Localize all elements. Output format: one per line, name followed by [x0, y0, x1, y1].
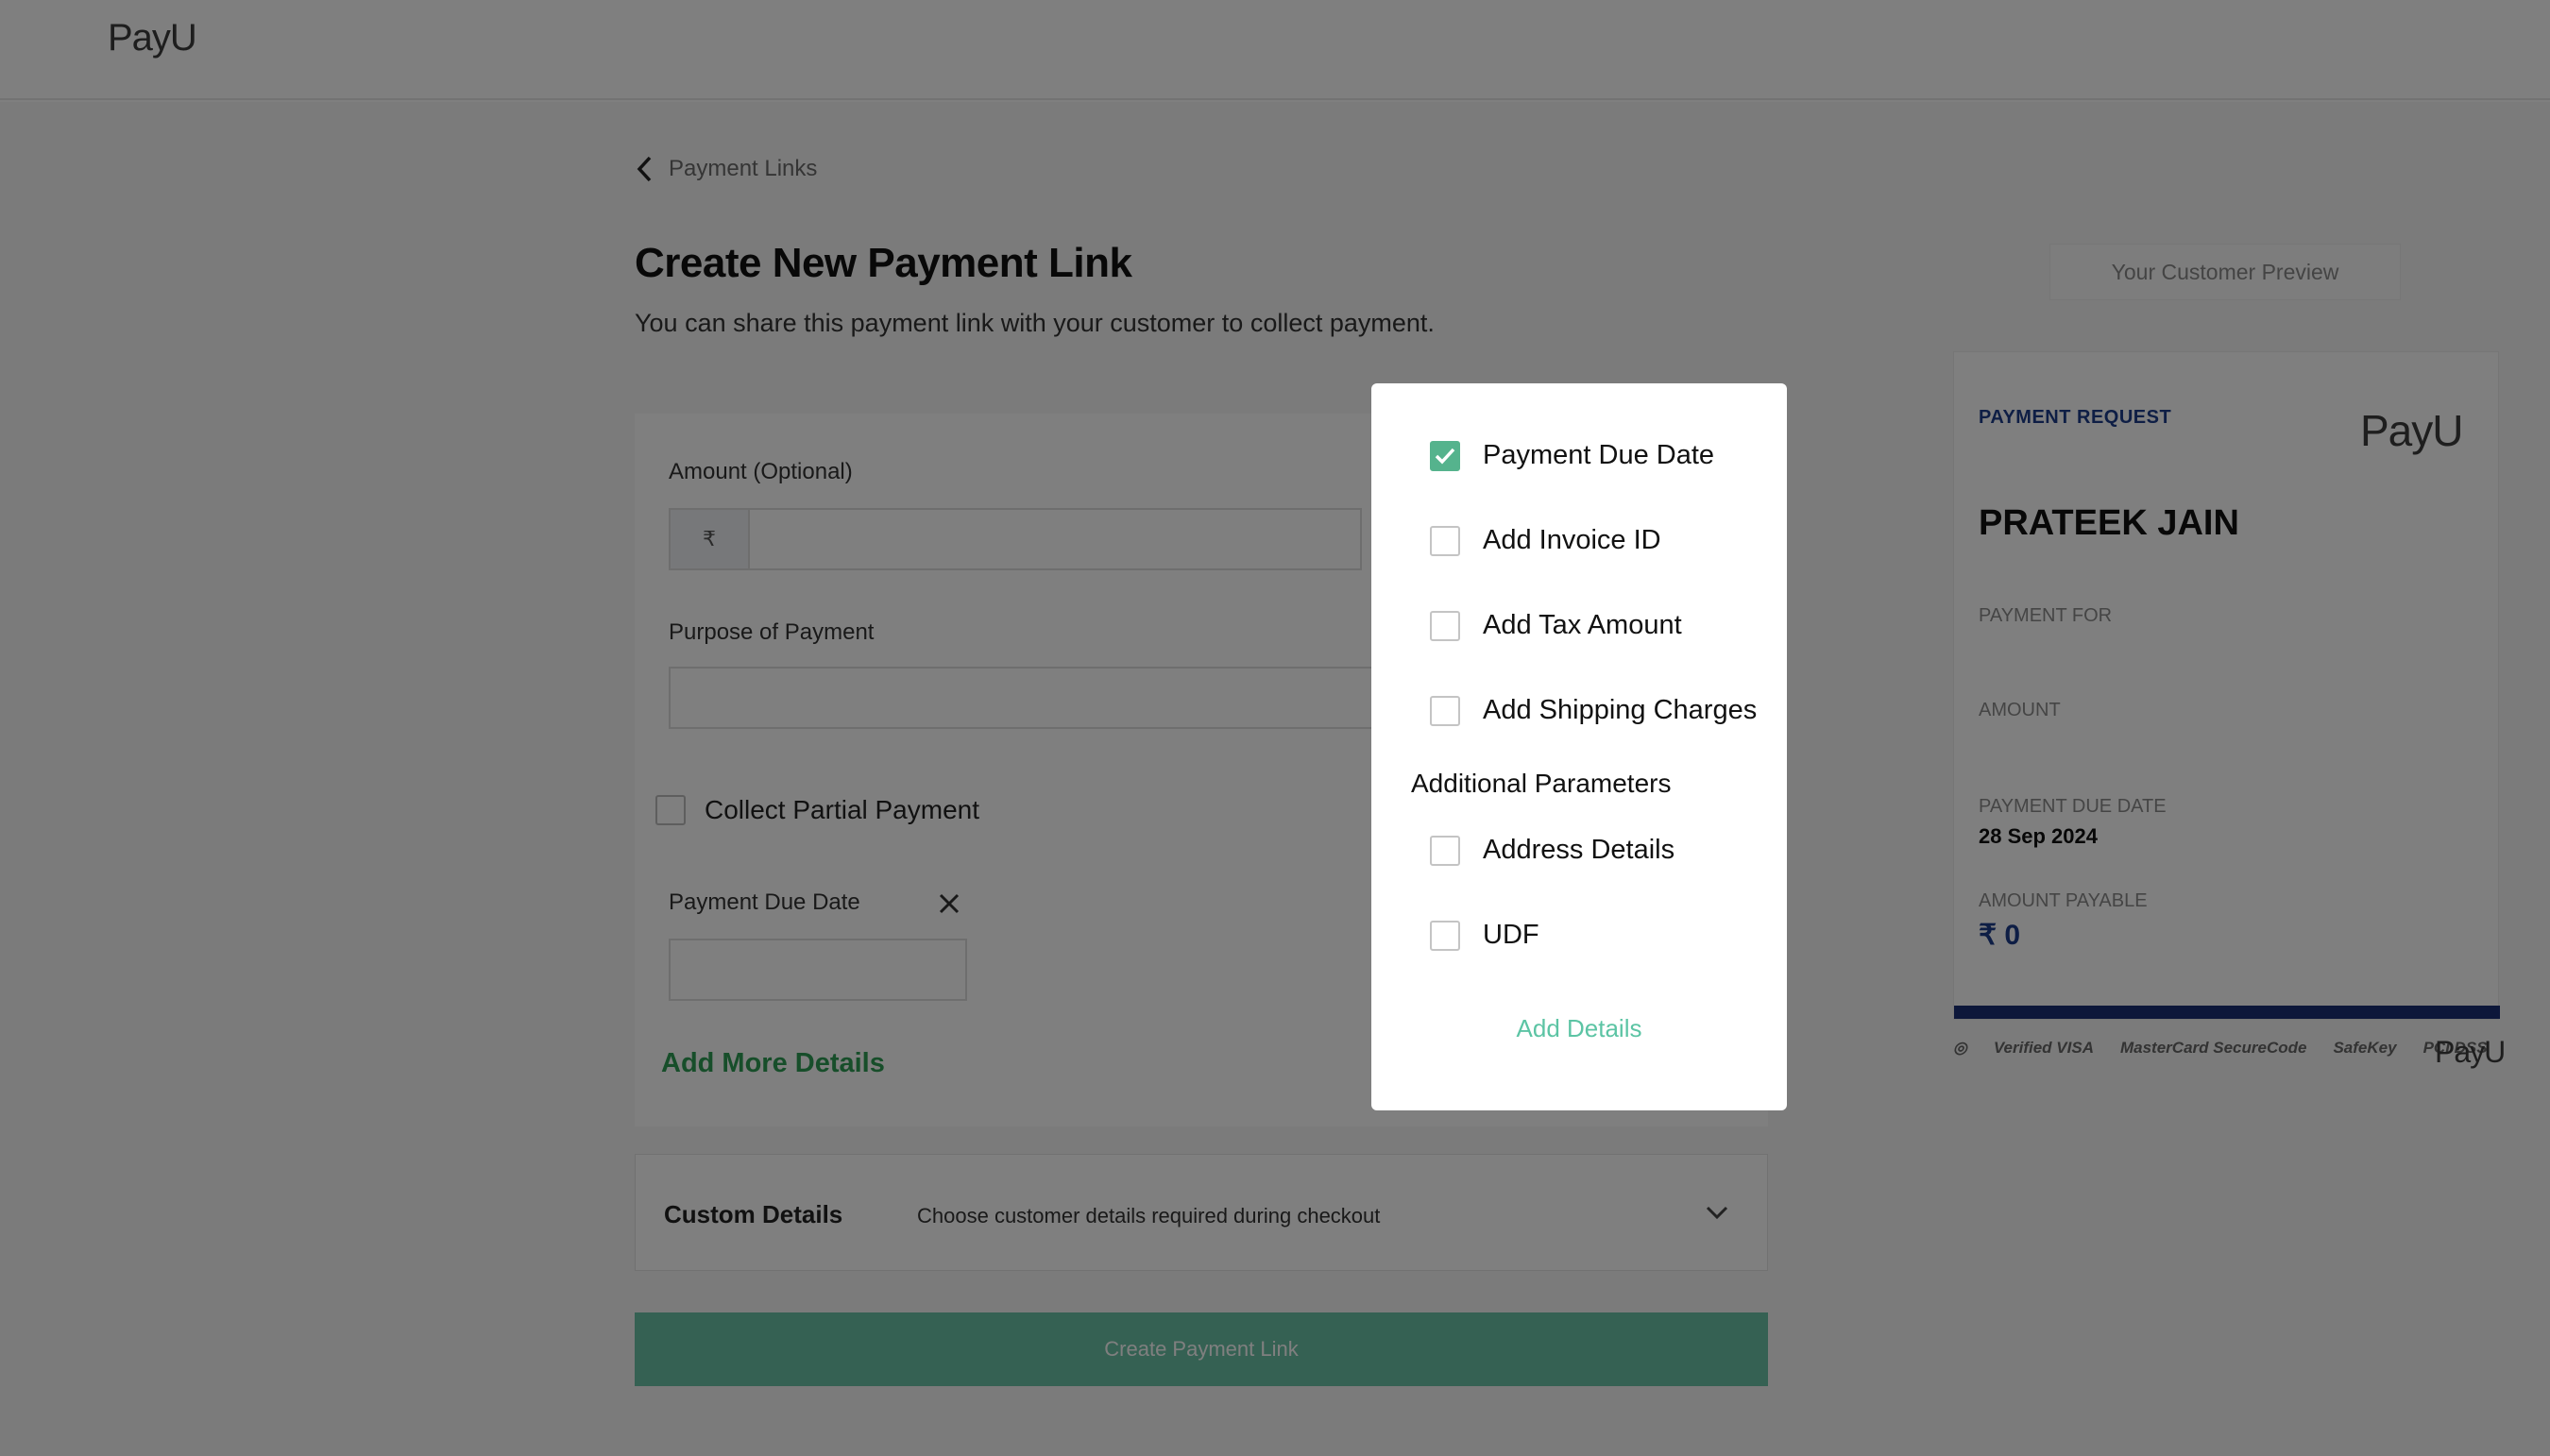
modal-backdrop[interactable] — [0, 0, 2550, 1456]
add-details-modal: Payment Due Date Add Invoice ID Add Tax … — [1371, 383, 1787, 1110]
checkbox[interactable] — [1430, 525, 1460, 556]
checkbox[interactable] — [1430, 610, 1460, 641]
option-payment-due-date[interactable]: Payment Due Date — [1430, 440, 1714, 471]
additional-parameters-heading: Additional Parameters — [1411, 769, 1672, 798]
option-add-invoice-id[interactable]: Add Invoice ID — [1430, 525, 1661, 556]
option-label: Add Shipping Charges — [1483, 695, 1758, 725]
option-udf[interactable]: UDF — [1430, 920, 1539, 951]
checkbox[interactable] — [1430, 835, 1460, 866]
option-label: Payment Due Date — [1483, 440, 1715, 470]
option-label: Add Invoice ID — [1483, 525, 1661, 555]
option-label: Address Details — [1483, 835, 1675, 865]
option-add-shipping-charges[interactable]: Add Shipping Charges — [1430, 695, 1757, 726]
checkbox[interactable] — [1430, 695, 1460, 726]
checkbox[interactable] — [1430, 920, 1460, 951]
checkbox-checked[interactable] — [1430, 440, 1460, 471]
option-address-details[interactable]: Address Details — [1430, 835, 1674, 866]
option-label: UDF — [1483, 920, 1539, 950]
add-details-button[interactable]: Add Details — [1371, 1014, 1787, 1043]
option-label: Add Tax Amount — [1483, 610, 1682, 640]
option-add-tax-amount[interactable]: Add Tax Amount — [1430, 610, 1682, 641]
check-icon — [1435, 448, 1455, 465]
